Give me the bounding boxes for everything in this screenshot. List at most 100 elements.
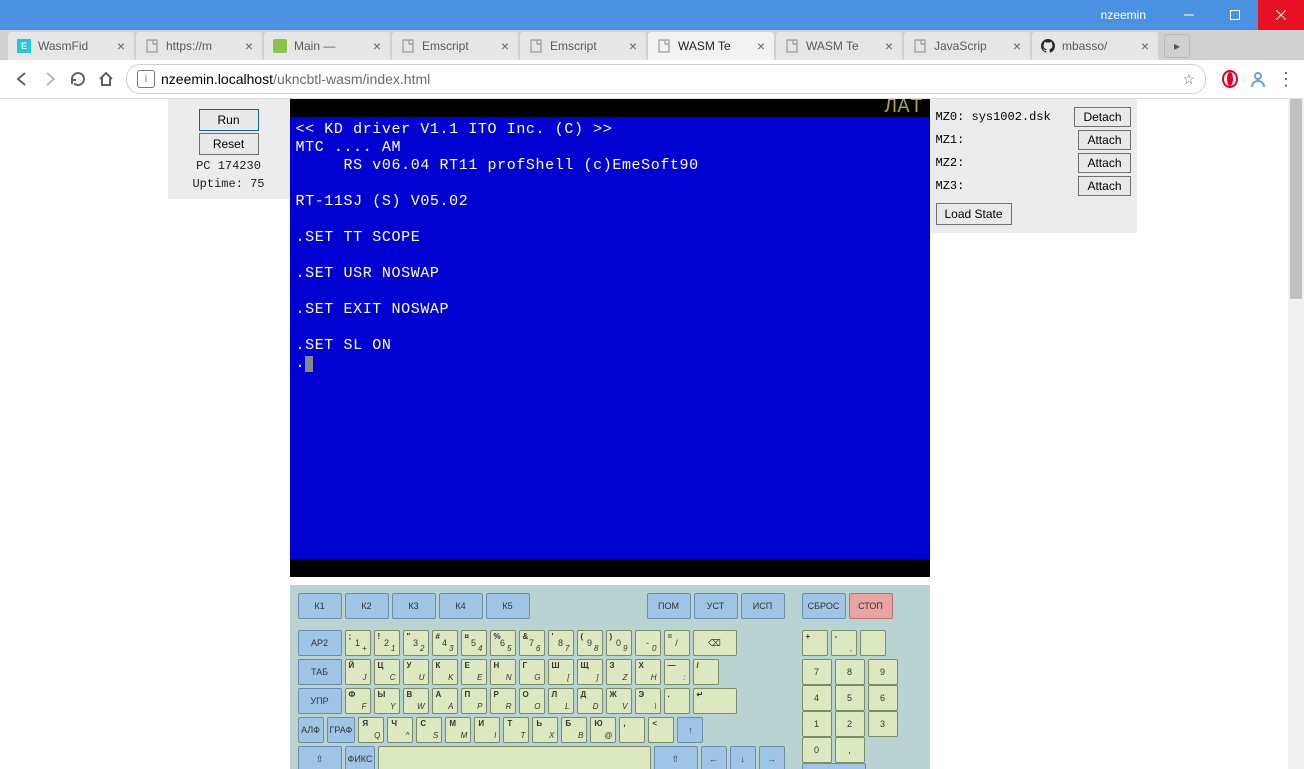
keyboard-key[interactable]: ИI <box>474 717 500 743</box>
keyboard-key[interactable]: ФF <box>345 688 371 714</box>
keyboard-key[interactable]: ДD <box>577 688 603 714</box>
person-ext-icon[interactable] <box>1248 69 1268 89</box>
tab-close-icon[interactable]: × <box>114 39 128 53</box>
keyboard-key[interactable]: ЙJ <box>345 659 371 685</box>
keyboard-key[interactable]: ГРАФ <box>327 717 356 743</box>
drive-action-button[interactable]: Attach <box>1078 153 1130 173</box>
browser-tab[interactable]: WASM Te× <box>648 32 774 60</box>
new-tab-button[interactable]: ▸ <box>1164 34 1190 58</box>
nav-home-button[interactable] <box>92 65 120 93</box>
keyboard-key[interactable]: ЕE <box>461 659 487 685</box>
browser-tab[interactable]: JavaScrip× <box>904 32 1030 60</box>
reset-button[interactable]: Reset <box>199 133 259 155</box>
keyboard-key[interactable]: "32 <box>403 630 429 656</box>
keyboard-key[interactable]: %65 <box>490 630 516 656</box>
keyboard-key[interactable]: ⌫ <box>693 630 737 656</box>
window-maximize-button[interactable] <box>1212 0 1258 30</box>
keyboard-key[interactable]: ← <box>701 746 727 769</box>
keyboard-key[interactable]: , <box>835 737 865 763</box>
drive-action-button[interactable]: Attach <box>1078 176 1130 196</box>
keyboard-key[interactable]: ФИКС <box>345 746 376 769</box>
bookmark-star-icon[interactable]: ☆ <box>1182 71 1195 88</box>
load-state-button[interactable]: Load State <box>936 203 1012 225</box>
emulator-screen[interactable]: ЛАТ << KD driver V1.1 ITO Inc. (C) >> MT… <box>290 99 930 577</box>
drive-action-button[interactable]: Detach <box>1074 107 1130 127</box>
keyboard-key[interactable]: К3 <box>392 593 436 619</box>
tab-close-icon[interactable]: × <box>1010 39 1024 53</box>
keyboard-key[interactable]: ЫY <box>374 688 400 714</box>
keyboard-key[interactable]: УU <box>403 659 429 685</box>
keyboard-key[interactable]: ⇧ <box>298 746 342 769</box>
site-info-icon[interactable]: i <box>137 70 155 88</box>
browser-tab[interactable]: Emscript× <box>520 32 646 60</box>
keyboard-key[interactable]: МM <box>445 717 471 743</box>
keyboard-key[interactable]: ↑ <box>677 717 703 743</box>
browser-tab[interactable]: https://m× <box>136 32 262 60</box>
keyboard-key[interactable]: К5 <box>486 593 530 619</box>
keyboard-key[interactable]: АЛФ <box>298 717 324 743</box>
keyboard-key[interactable]: Э\ <box>635 688 661 714</box>
keyboard-key[interactable]: ГG <box>519 659 545 685</box>
keyboard-key[interactable]: 1 <box>802 711 832 737</box>
keyboard-key[interactable]: АA <box>432 688 458 714</box>
scroll-thumb[interactable] <box>1290 99 1302 299</box>
keyboard-key[interactable]: 8 <box>835 659 865 685</box>
browser-tab[interactable]: WASM Te× <box>776 32 902 60</box>
keyboard-key[interactable]: Ч^ <box>387 717 413 743</box>
keyboard-key[interactable]: + <box>802 630 828 656</box>
keyboard-key[interactable]: ВW <box>403 688 429 714</box>
omnibox[interactable]: i nzeemin.localhost/ukncbtl-wasm/index.h… <box>126 64 1206 94</box>
browser-tab[interactable]: mbasso/× <box>1032 32 1158 60</box>
tab-close-icon[interactable]: × <box>498 39 512 53</box>
keyboard-key[interactable]: ХH <box>635 659 661 685</box>
keyboard-key[interactable]: ТT <box>503 717 529 743</box>
keyboard-key[interactable]: Ш[ <box>548 659 574 685</box>
keyboard-key[interactable]: )09 <box>606 630 632 656</box>
keyboard-key[interactable]: ИСП <box>741 593 785 619</box>
run-button[interactable]: Run <box>199 109 259 131</box>
keyboard-key[interactable]: ЛL <box>548 688 574 714</box>
keyboard-key[interactable] <box>378 746 650 769</box>
nav-back-button[interactable] <box>8 65 36 93</box>
tab-close-icon[interactable]: × <box>242 39 256 53</box>
keyboard-key[interactable]: УПР <box>298 688 342 714</box>
keyboard-key[interactable]: СБРОС <box>802 593 846 619</box>
keyboard-key[interactable]: &76 <box>519 630 545 656</box>
keyboard-key[interactable]: Щ] <box>577 659 603 685</box>
keyboard-key[interactable] <box>860 630 886 656</box>
nav-reload-button[interactable] <box>64 65 92 93</box>
keyboard-key[interactable]: 9 <box>868 659 898 685</box>
tab-close-icon[interactable]: × <box>1138 39 1152 53</box>
keyboard-key[interactable]: / <box>693 659 719 685</box>
keyboard-key[interactable]: КK <box>432 659 458 685</box>
keyboard-key[interactable]: -, <box>831 630 857 656</box>
opera-ext-icon[interactable] <box>1220 69 1240 89</box>
keyboard-key[interactable]: ЯQ <box>358 717 384 743</box>
keyboard-key[interactable]: К2 <box>345 593 389 619</box>
keyboard-key[interactable]: К1 <box>298 593 342 619</box>
keyboard-key[interactable]: ↓ <box>730 746 756 769</box>
keyboard-key[interactable]: ОO <box>519 688 545 714</box>
keyboard-key[interactable]: '87 <box>548 630 574 656</box>
keyboard-key[interactable]: РR <box>490 688 516 714</box>
keyboard-key[interactable]: #43 <box>432 630 458 656</box>
keyboard-key[interactable]: , <box>619 717 645 743</box>
window-minimize-button[interactable] <box>1166 0 1212 30</box>
window-close-button[interactable] <box>1258 0 1304 30</box>
keyboard-key[interactable]: =/ <box>664 630 690 656</box>
keyboard-key[interactable]: 0 <box>802 737 832 763</box>
browser-tab[interactable]: EWasmFid× <box>8 32 134 60</box>
keyboard-key[interactable]: К4 <box>439 593 483 619</box>
keyboard-key[interactable]: ЖV <box>606 688 632 714</box>
keyboard-key[interactable]: 7 <box>802 659 832 685</box>
keyboard-key[interactable]: (98 <box>577 630 603 656</box>
keyboard-key[interactable]: ¤54 <box>461 630 487 656</box>
keyboard-key[interactable]: 6 <box>868 685 898 711</box>
tab-close-icon[interactable]: × <box>370 39 384 53</box>
browser-tab[interactable]: Main — × <box>264 32 390 60</box>
keyboard-key[interactable]: УСТ <box>694 593 738 619</box>
keyboard-key[interactable]: 3 <box>868 711 898 737</box>
keyboard-key[interactable]: . <box>664 688 690 714</box>
browser-menu-button[interactable]: ⋮ <box>1276 69 1296 89</box>
tab-close-icon[interactable]: × <box>882 39 896 53</box>
